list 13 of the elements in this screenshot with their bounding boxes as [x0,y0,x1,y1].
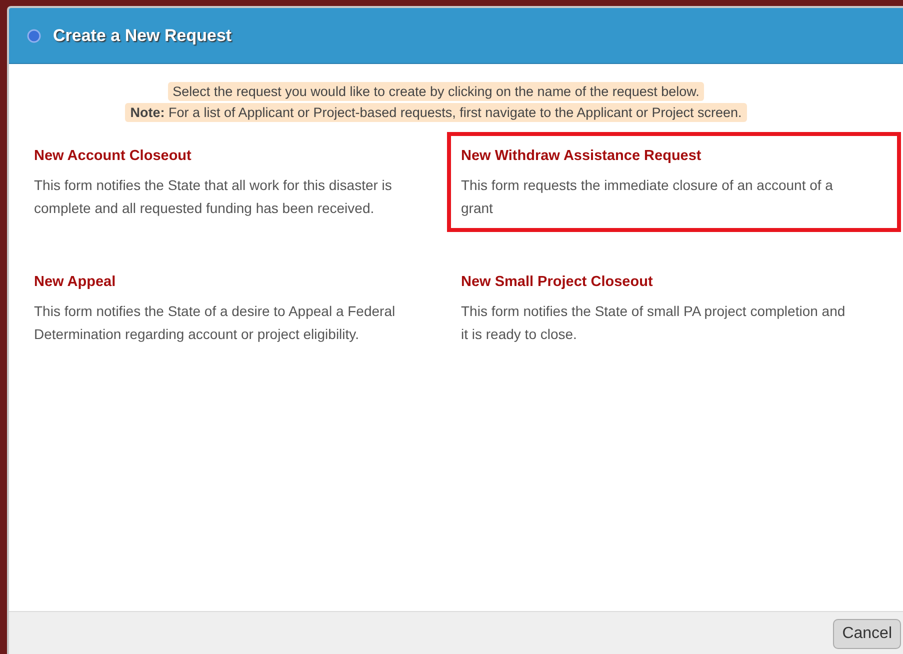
request-description: This form notifies the State of a desire to Appeal a Federal Determination regarding account or project eligibility. [34,302,396,344]
request-link[interactable]: New Account Closeout [34,148,427,164]
request-description: This form notifies the State that all work for this disaster is complete and all requested funding has been received. [34,176,393,218]
request-description: This form requests the immediate closure of an account of a grant [461,176,834,218]
request-link[interactable]: New Appeal [34,274,427,290]
dialog-title: Create a New Request [53,26,232,46]
instruction-text: Select the request you would like to create by clicking on the name of the request below. [168,82,704,101]
circle-icon [27,28,41,42]
note-text: Note: For a list of Applicant or Project-based requests, first navigate to the Applicant or Project screen. [125,103,747,122]
cancel-button[interactable]: Cancel [833,619,901,649]
request-description: This form notifies the State of small PA project completion and it is ready to close. [461,302,846,344]
request-link[interactable]: New Small Project Closeout [461,274,867,290]
request-link[interactable]: New Withdraw Assistance Request [461,148,867,164]
